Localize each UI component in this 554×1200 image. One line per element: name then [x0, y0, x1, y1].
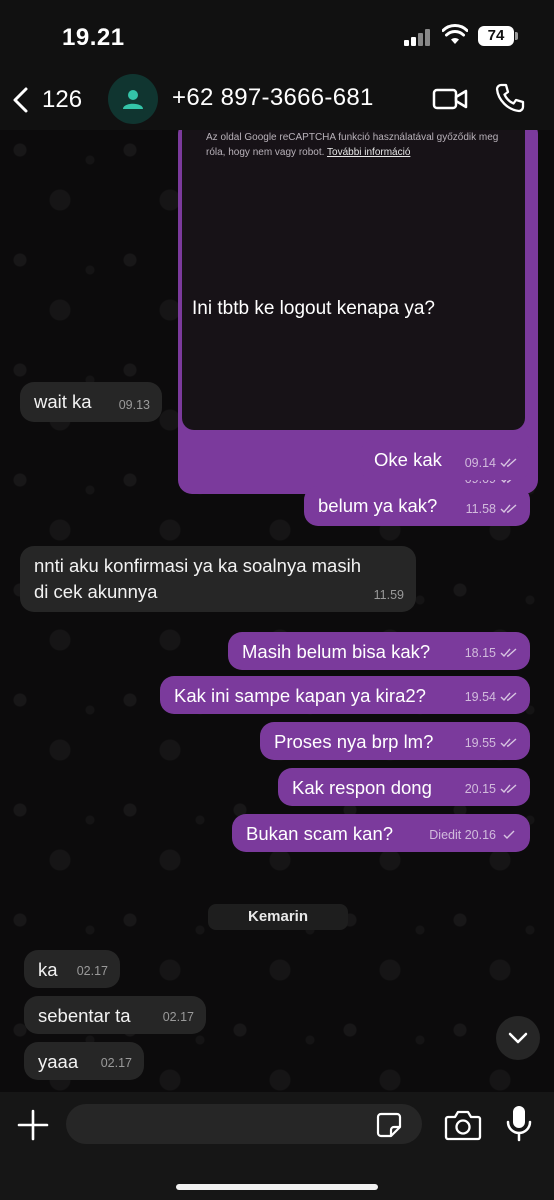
chevron-left-icon	[13, 87, 28, 113]
chevron-down-icon	[508, 1032, 528, 1044]
person-icon	[123, 90, 143, 109]
message-bubble[interactable]: Bukan scam kan? Diedit 20.16	[232, 814, 530, 852]
contact-name[interactable]: +62 897-3666-681	[172, 84, 374, 112]
recaptcha-notice: Az oldal Google reCAPTCHA funkció haszná…	[206, 130, 516, 160]
message-meta: Diedit 20.16	[429, 822, 518, 848]
message-bubble[interactable]: sebentar ta 02.17	[24, 996, 206, 1034]
read-ticks-icon	[500, 738, 517, 748]
image-caption: Ini tbtb ke logout kenapa ya?	[192, 298, 435, 319]
message-time: 09.14	[464, 456, 496, 470]
message-meta: 02.17	[77, 958, 108, 984]
message-text: ka	[38, 959, 58, 980]
composer-bar	[0, 1092, 554, 1200]
home-indicator	[176, 1184, 378, 1190]
message-meta: 02.17	[101, 1050, 132, 1076]
message-meta: 02.17	[163, 1004, 194, 1030]
date-separator: Kemarin	[208, 904, 348, 930]
message-meta: 19.54	[465, 684, 518, 710]
message-time: 11.59	[373, 588, 404, 602]
chat-scroll-area[interactable]: Az oldal Google reCAPTCHA funkció haszná…	[0, 130, 554, 1092]
message-bubble[interactable]: Oke kak 09.14	[360, 440, 530, 480]
battery-level: 74	[478, 26, 514, 46]
shared-screenshot[interactable]: Az oldal Google reCAPTCHA funkció haszná…	[182, 130, 525, 430]
message-time: Diedit 20.16	[429, 828, 496, 842]
message-time: 19.55	[464, 736, 496, 750]
message-meta: 20.15	[465, 776, 518, 802]
message-text: yaaa	[38, 1051, 79, 1072]
wifi-icon	[442, 24, 468, 44]
sticker-icon[interactable]	[376, 1112, 402, 1138]
unread-count: 126	[42, 86, 83, 113]
message-time: 11.58	[465, 502, 496, 516]
status-time: 19.21	[62, 24, 125, 51]
message-time: 02.17	[162, 1010, 194, 1024]
message-time: 09.13	[118, 398, 150, 412]
message-text: Oke kak	[374, 449, 442, 470]
chat-header: 126 +62 897-3666-681	[0, 72, 554, 130]
cellular-signal-icon	[404, 28, 434, 46]
message-meta: 11.59	[374, 582, 404, 608]
back-button[interactable]: 126	[10, 80, 82, 120]
scroll-to-bottom-button[interactable]	[496, 1016, 540, 1060]
message-bubble[interactable]: Kak ini sampe kapan ya kira2? 19.54	[160, 676, 530, 714]
message-time: 18.15	[464, 646, 496, 660]
battery-tip	[515, 32, 518, 40]
message-bubble[interactable]: belum ya kak? 11.58	[304, 486, 530, 526]
message-text: belum ya kak?	[318, 495, 438, 516]
message-time: 02.17	[100, 1056, 132, 1070]
message-text: Kak ini sampe kapan ya kira2?	[174, 685, 426, 706]
message-text-line: di cek akunnya	[34, 581, 158, 602]
message-meta: 19.55	[465, 730, 518, 756]
message-bubble[interactable]: Masih belum bisa kak? 18.15	[228, 632, 530, 670]
plus-icon[interactable]	[16, 1108, 50, 1142]
read-ticks-icon	[500, 648, 517, 658]
read-ticks-icon	[500, 458, 517, 468]
message-text: Bukan scam kan?	[246, 823, 394, 844]
message-input[interactable]	[66, 1104, 422, 1144]
message-bubble[interactable]: Kak respon dong 20.15	[278, 768, 530, 806]
message-time: 02.17	[76, 964, 108, 978]
read-ticks-icon	[500, 692, 517, 702]
recaptcha-link[interactable]: További információ	[327, 147, 410, 158]
message-text: Kak respon dong	[292, 777, 432, 798]
message-text: Masih belum bisa kak?	[242, 641, 431, 662]
message-meta: 11.58	[466, 496, 518, 522]
read-ticks-icon	[500, 504, 517, 514]
contact-avatar[interactable]	[108, 74, 158, 124]
status-bar: 19.21 74	[0, 0, 554, 72]
message-bubble[interactable]: yaaa 02.17	[24, 1042, 144, 1080]
read-ticks-icon	[500, 784, 517, 794]
message-meta: 09.14	[465, 450, 518, 476]
camera-icon[interactable]	[444, 1108, 482, 1142]
message-text: wait ka	[34, 391, 92, 412]
message-time: 19.54	[464, 690, 496, 704]
message-text: sebentar ta	[38, 1005, 131, 1026]
message-text: Proses nya brp lm?	[274, 731, 434, 752]
video-call-icon[interactable]	[432, 84, 468, 114]
message-bubble[interactable]: ka 02.17	[24, 950, 120, 988]
microphone-icon[interactable]	[504, 1104, 534, 1144]
phone-call-icon[interactable]	[494, 82, 526, 114]
message-bubble[interactable]: nnti aku konfirmasi ya ka soalnya masih …	[20, 546, 416, 612]
sent-tick-icon	[503, 830, 515, 839]
message-time: 20.15	[464, 782, 496, 796]
message-bubble[interactable]: wait ka 09.13	[20, 382, 162, 422]
message-meta: 18.15	[465, 640, 518, 666]
message-text-line: nnti aku konfirmasi ya ka soalnya masih	[34, 555, 361, 576]
message-meta: 09.13	[119, 392, 150, 418]
message-bubble[interactable]: Proses nya brp lm? 19.55	[260, 722, 530, 760]
